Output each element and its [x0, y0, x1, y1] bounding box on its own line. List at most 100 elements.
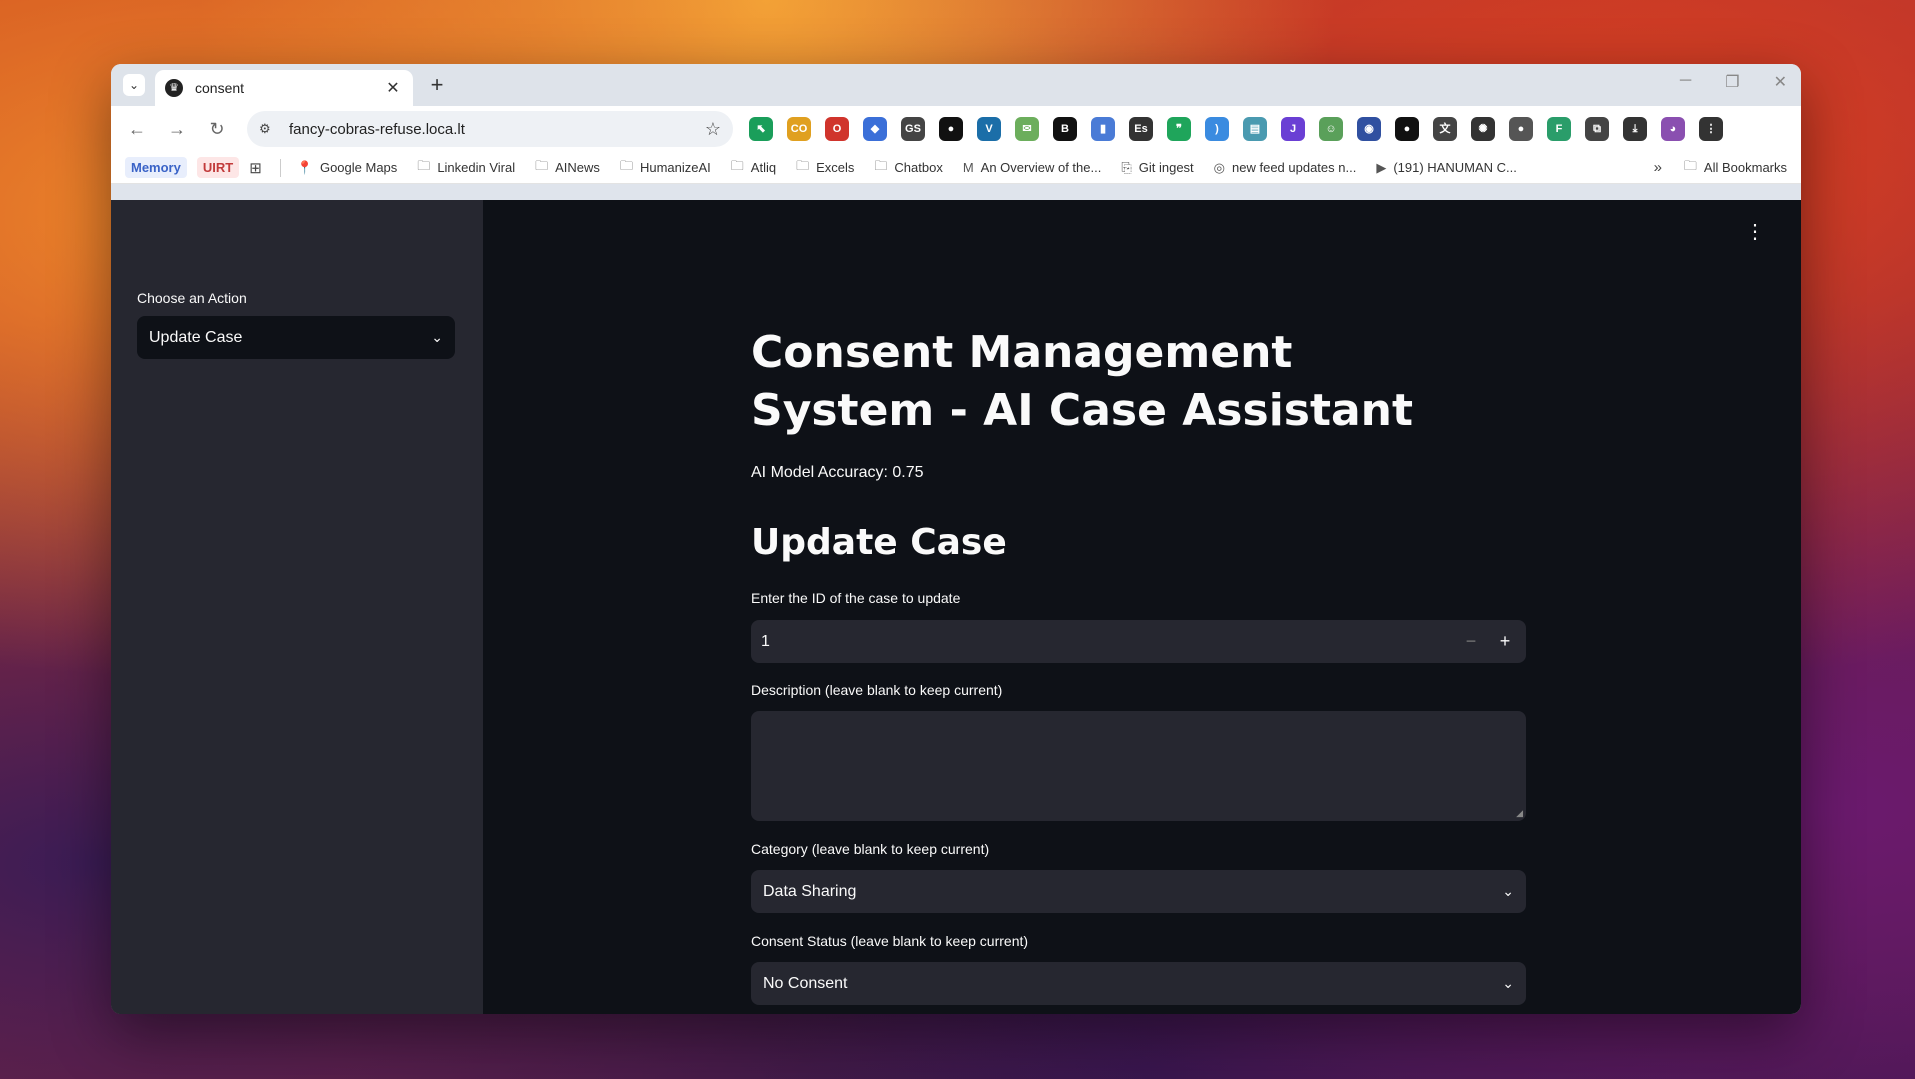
bookmark-star-icon[interactable]: ☆ — [705, 119, 721, 140]
resize-handle-icon[interactable]: ◢ — [1516, 808, 1523, 819]
main-menu-icon[interactable]: ⋮ — [1745, 222, 1765, 242]
folder-icon: 🗀 — [796, 157, 810, 173]
site-info-icon[interactable]: ⚙ — [259, 121, 277, 137]
bookmark-label: Git ingest — [1138, 160, 1194, 175]
case-id-input[interactable]: 1 − + — [751, 620, 1526, 663]
close-tab-icon[interactable]: ✕ — [383, 78, 403, 98]
bookmark-item[interactable]: 🗀 HumanizeAI — [620, 157, 711, 179]
tab-favicon-icon: ♛ — [165, 79, 183, 97]
inbox-ext-icon[interactable]: ✉ — [1015, 117, 1039, 141]
all-bookmarks[interactable]: 🗀 All Bookmarks — [1684, 157, 1787, 179]
bookmark-label: HumanizeAI — [639, 160, 711, 175]
download-icon[interactable]: ⤓ — [1623, 117, 1647, 141]
browser-menu-icon[interactable]: ⋮ — [1699, 117, 1723, 141]
action-select-value: Update Case — [149, 328, 243, 346]
gs-ext-icon[interactable]: GS — [901, 117, 925, 141]
robot-ext-icon[interactable]: ☺ — [1319, 117, 1343, 141]
f-ext-icon[interactable]: F — [1547, 117, 1571, 141]
j-ext-icon[interactable]: J — [1281, 117, 1305, 141]
bookmark-label: An Overview of the... — [980, 160, 1102, 175]
github2-ext-icon[interactable]: ● — [1395, 117, 1419, 141]
map-pin-icon: 📍 — [296, 159, 313, 175]
bookmark-uirt[interactable]: UIRT — [196, 157, 240, 178]
bookmark-item[interactable]: ◎ new feed updates n... — [1214, 160, 1357, 176]
graduation-ext-icon[interactable]: ◆ — [863, 117, 887, 141]
printer-ext-icon[interactable]: ▤ — [1243, 117, 1267, 141]
bookmark-item[interactable]: 🗀 Chatbox — [874, 157, 942, 179]
browser-window: ⌄ ♛ consent ✕ + ─ ❐ ✕ ← → ↻ ⚙ fancy-cobr… — [111, 64, 1801, 1014]
bookmark-label: Excels — [816, 160, 855, 175]
bookmark-label: (191) HANUMAN C... — [1393, 160, 1517, 175]
forward-icon[interactable]: → — [163, 115, 191, 143]
category-value: Data Sharing — [763, 882, 857, 900]
bookmark-item[interactable]: 🗀 Linkedin Viral — [417, 157, 515, 179]
bookmark-item[interactable]: 🗀 Atliq — [731, 157, 776, 179]
tab-search-button[interactable]: ⌄ — [123, 74, 145, 96]
bookmark-item[interactable]: ▶ (191) HANUMAN C... — [1376, 160, 1517, 176]
youtube-icon: ▶ — [1376, 159, 1387, 175]
apps-grid-icon[interactable]: ⊞ — [249, 159, 262, 177]
description-label: Description (leave blank to keep current… — [751, 682, 1003, 698]
decrement-button[interactable]: − — [1454, 631, 1488, 652]
chevron-down-icon: ⌄ — [1502, 883, 1514, 899]
puzzle-ext-icon[interactable]: ⧉ — [1585, 117, 1609, 141]
case-id-value[interactable]: 1 — [761, 633, 1454, 651]
sidebar: Choose an Action Update Case ⌄ — [111, 200, 483, 1014]
bookmark-label: Chatbox — [894, 160, 943, 175]
sound-ext-icon[interactable]: ) — [1205, 117, 1229, 141]
url-text[interactable]: fancy-cobras-refuse.loca.lt — [289, 121, 705, 138]
more-bookmarks-icon[interactable]: » — [1654, 159, 1662, 176]
tab-title: consent — [195, 80, 245, 96]
back-icon[interactable]: ← — [123, 115, 151, 143]
browser-toolbar: ← → ↻ ⚙ fancy-cobras-refuse.loca.lt ☆ ⬉ C… — [111, 106, 1801, 152]
profile-avatar-icon[interactable]: ◕ — [1661, 117, 1685, 141]
circle-ext-icon[interactable]: ● — [1509, 117, 1533, 141]
consent-status-select[interactable]: No Consent ⌄ — [751, 962, 1526, 1005]
category-select[interactable]: Data Sharing ⌄ — [751, 870, 1526, 913]
page-title: Consent Management System - AI Case Assi… — [751, 327, 1414, 436]
folder-icon: 🗀 — [874, 157, 888, 173]
action-select[interactable]: Update Case ⌄ — [137, 316, 455, 359]
window-controls: ─ ❐ ✕ — [1680, 72, 1787, 92]
github-ext-icon[interactable]: ● — [939, 117, 963, 141]
globe-icon: ◎ — [1213, 159, 1226, 175]
cursor-ext-icon[interactable]: ⬉ — [749, 117, 773, 141]
increment-button[interactable]: + — [1488, 631, 1522, 652]
bookmark-label: new feed updates n... — [1232, 160, 1357, 175]
minimize-icon[interactable]: ─ — [1680, 72, 1691, 92]
bookmark-item[interactable]: 🗀 AINews — [535, 157, 600, 179]
bookmark-item[interactable]: 📍 Google Maps — [297, 160, 398, 176]
cc-ext-icon[interactable]: CO — [787, 117, 811, 141]
bookmark-label: Google Maps — [319, 160, 398, 175]
bookmark-label: AINews — [555, 160, 600, 175]
face-ext-icon[interactable]: ◉ — [1357, 117, 1381, 141]
new-tab-button[interactable]: + — [424, 72, 450, 98]
description-textarea[interactable]: ◢ — [751, 711, 1526, 821]
consent-status-value: No Consent — [763, 974, 848, 992]
bookmark-item[interactable]: ⎘ Git ingest — [1121, 160, 1193, 176]
es-ext-icon[interactable]: Es — [1129, 117, 1153, 141]
tab-strip: ⌄ ♛ consent ✕ + ─ ❐ ✕ — [111, 64, 1801, 106]
bookmark-item[interactable]: 🗀 Excels — [796, 157, 854, 179]
aperture-ext-icon[interactable]: ✺ — [1471, 117, 1495, 141]
model-accuracy: AI Model Accuracy: 0.75 — [751, 464, 924, 481]
bookmark-memory[interactable]: Memory — [125, 157, 187, 178]
bookmark-separator — [279, 158, 281, 177]
bookmark-item[interactable]: M An Overview of the... — [963, 160, 1102, 175]
quote-ext-icon[interactable]: ❞ — [1167, 117, 1191, 141]
opera-ext-icon[interactable]: O — [825, 117, 849, 141]
extensions-bar: ⬉ CO O ◆ GS ● V ✉ B ▮ Es ❞) ▤ J ☺ ◉ ● 文 ✺ ● F ⧉ ⤓ ◕ ⋮ — [749, 117, 1723, 141]
folder-icon: 🗀 — [730, 157, 744, 173]
bars-ext-icon[interactable]: ▮ — [1091, 117, 1115, 141]
close-window-icon[interactable]: ✕ — [1774, 72, 1787, 92]
b-ext-icon[interactable]: B — [1053, 117, 1077, 141]
reload-icon[interactable]: ↻ — [203, 115, 231, 143]
restore-icon[interactable]: ❐ — [1725, 72, 1739, 92]
address-bar[interactable]: ⚙ fancy-cobras-refuse.loca.lt ☆ — [247, 111, 733, 147]
streamlit-app: Choose an Action Update Case ⌄ ⋮ Consent… — [111, 200, 1801, 1014]
chevron-down-icon: ⌄ — [431, 329, 443, 345]
v-ext-icon[interactable]: V — [977, 117, 1001, 141]
medium-icon: M — [962, 160, 974, 175]
tab-consent[interactable]: ♛ consent ✕ — [155, 70, 413, 106]
translate-ext-icon[interactable]: 文 — [1433, 117, 1457, 141]
